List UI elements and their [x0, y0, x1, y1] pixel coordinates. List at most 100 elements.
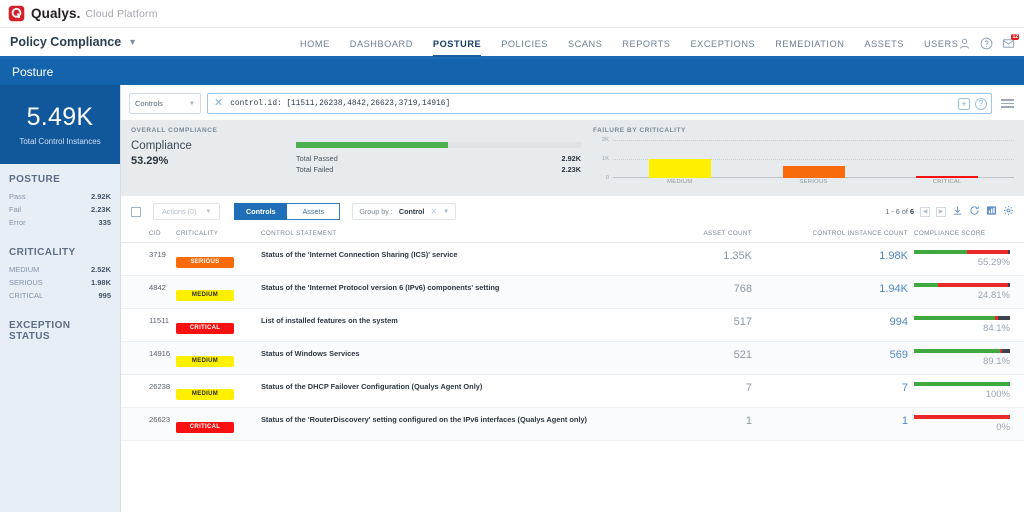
chart-bar-group[interactable] [613, 140, 747, 178]
control-statement-text[interactable]: Status of Windows Services [261, 349, 664, 360]
group-by-control[interactable]: Group by : Control ✕ ▼ [352, 203, 457, 220]
table-row[interactable]: 11511 CRITICAL List of installed features … [121, 308, 1024, 342]
select-all-checkbox[interactable] [131, 206, 141, 217]
settings-gear-icon[interactable] [1003, 205, 1014, 219]
nav-link-exceptions[interactable]: EXCEPTIONS [690, 28, 755, 59]
tab-assets[interactable]: Assets [287, 203, 341, 220]
table-row[interactable]: 14916 MEDIUM Status of Windows Services 521… [121, 341, 1024, 375]
asset-count-value[interactable]: 1.35K [664, 250, 794, 262]
control-statement-text[interactable]: Status of the 'Internet Connection Shari… [261, 250, 664, 261]
search-input[interactable]: ✕ control.id: [11511,26238,4842,26623,37… [207, 93, 992, 114]
cell-criticality: SERIOUS [176, 242, 261, 276]
refresh-icon[interactable] [969, 205, 980, 219]
col-cid[interactable]: CID [121, 227, 176, 243]
facet-row-critical[interactable]: CRITICAL 995 [9, 289, 111, 302]
nav-link-remediation[interactable]: REMEDIATION [775, 28, 844, 59]
cell-compliance-score: 84.1% [914, 308, 1024, 342]
chart-x-label: SERIOUS [799, 179, 828, 185]
prev-page-icon[interactable]: ◀ [920, 206, 930, 217]
app-switcher[interactable]: Policy Compliance ▼ [0, 35, 250, 49]
chart-bar-group[interactable] [880, 140, 1014, 178]
nav-link-dashboard[interactable]: DASHBOARD [350, 28, 413, 59]
table-row[interactable]: 26623 CRITICAL Status of the 'RouterDiscov… [121, 407, 1024, 441]
clear-x-icon[interactable]: ✕ [430, 207, 437, 216]
cell-cid: 14916 [121, 341, 176, 375]
col-asset-count[interactable]: ASSET COUNT [664, 227, 794, 243]
nav-link-reports[interactable]: REPORTS [622, 28, 670, 59]
criticality-badge: CRITICAL [176, 322, 234, 334]
cell-compliance-score: 55.29% [914, 242, 1024, 276]
score-segment-fail [967, 250, 1009, 254]
actions-button[interactable]: Actions (0) ▼ [153, 203, 221, 220]
cell-asset-count: 1.35K [664, 242, 794, 276]
chart-bar-critical[interactable] [916, 176, 979, 178]
chart-view-icon[interactable] [986, 205, 997, 219]
notifications-icon[interactable]: 12 [1002, 34, 1019, 50]
compliance-progress-fill [296, 142, 448, 148]
search-scope-select[interactable]: Controls ▼ [129, 93, 201, 114]
asset-count-value[interactable]: 7 [664, 382, 794, 394]
cell-asset-count: 1 [664, 407, 794, 441]
col-compliance-score[interactable]: COMPLIANCE SCORE [914, 227, 1024, 243]
cell-cid: 26238 [121, 374, 176, 408]
add-token-icon[interactable]: + [958, 97, 970, 110]
next-page-icon[interactable]: ▶ [936, 206, 946, 217]
facet-criticality-title: CRITICALITY [9, 247, 76, 258]
asset-count-value[interactable]: 517 [664, 316, 794, 328]
col-control-instance-count[interactable]: CONTROL INSTANCE COUNT [794, 227, 914, 243]
cell-statement: Status of the 'Internet Connection Shari… [261, 242, 664, 276]
nav-link-users[interactable]: USERS [924, 28, 958, 59]
nav-link-assets[interactable]: ASSETS [864, 28, 904, 59]
nav-link-home[interactable]: HOME [300, 28, 330, 59]
instance-count-value[interactable]: 1.94K [794, 283, 914, 295]
instance-count-value[interactable]: 994 [794, 316, 914, 328]
nav-link-policies[interactable]: POLICIES [501, 28, 548, 59]
col-control-statement[interactable]: CONTROL STATEMENT [261, 227, 664, 243]
main-navbar: Policy Compliance ▼ HOME DASHBOARD POSTU… [0, 28, 1024, 59]
control-statement-text[interactable]: List of installed features on the system [261, 316, 664, 327]
table-row[interactable]: 26238 MEDIUM Status of the DHCP Failover C… [121, 374, 1024, 408]
total-passed-value: 2.92K [561, 154, 581, 163]
total-passed-row: Total Passed 2.92K [296, 154, 581, 163]
compliance-score-value: 84.1% [983, 323, 1010, 334]
compliance-score-bar [914, 415, 1010, 419]
tab-controls[interactable]: Controls [234, 203, 288, 220]
actions-label: Actions (0) [162, 207, 197, 216]
cell-criticality: MEDIUM [176, 275, 261, 309]
chart-bar-group[interactable] [747, 140, 881, 178]
instance-count-value[interactable]: 569 [794, 349, 914, 361]
failure-bar-chart: 0 1K 2K MEDIUM SERIOUS CRITICAL [593, 137, 1014, 186]
facet-value: 2.52K [90, 265, 111, 274]
table-row[interactable]: 4842 MEDIUM Status of the 'Internet Protoc… [121, 275, 1024, 309]
cell-statement: Status of the DHCP Failover Configuratio… [261, 374, 664, 408]
nav-link-posture[interactable]: POSTURE [432, 28, 482, 59]
nav-link-scans[interactable]: SCANS [568, 28, 602, 59]
control-statement-text[interactable]: Status of the 'Internet Protocol version… [261, 283, 664, 294]
asset-count-value[interactable]: 521 [664, 349, 794, 361]
instance-count-value[interactable]: 7 [794, 382, 914, 394]
hamburger-menu-icon[interactable] [1001, 99, 1014, 108]
asset-count-value[interactable]: 768 [664, 283, 794, 295]
view-toggle: Controls Assets [234, 203, 341, 220]
col-criticality[interactable]: CRITICALITY [176, 227, 261, 243]
asset-count-value[interactable]: 1 [664, 415, 794, 427]
facet-row-pass[interactable]: Pass 2.92K [9, 190, 111, 203]
instance-count-value[interactable]: 1.98K [794, 250, 914, 262]
chart-bar-serious[interactable] [782, 166, 845, 178]
facet-row-medium[interactable]: MEDIUM 2.52K [9, 263, 111, 276]
user-icon[interactable] [958, 37, 971, 50]
table-row[interactable]: 3719 SERIOUS Status of the 'Internet Conne… [121, 242, 1024, 276]
notification-badge: 12 [1011, 34, 1019, 40]
control-statement-text[interactable]: Status of the 'RouterDiscovery' setting … [261, 415, 664, 426]
facet-row-serious[interactable]: SERIOUS 1.98K [9, 276, 111, 289]
facet-row-fail[interactable]: Fail 2.23K [9, 203, 111, 216]
help-icon[interactable] [980, 37, 993, 50]
clear-x-icon[interactable]: ✕ [212, 98, 225, 109]
query-help-icon[interactable]: ? [975, 97, 987, 110]
total-failed-value: 2.23K [561, 165, 581, 174]
download-icon[interactable] [952, 205, 963, 219]
chart-bar-medium[interactable] [648, 158, 711, 178]
control-statement-text[interactable]: Status of the DHCP Failover Configuratio… [261, 382, 664, 393]
instance-count-value[interactable]: 1 [794, 415, 914, 427]
facet-row-error[interactable]: Error 335 [9, 216, 111, 229]
